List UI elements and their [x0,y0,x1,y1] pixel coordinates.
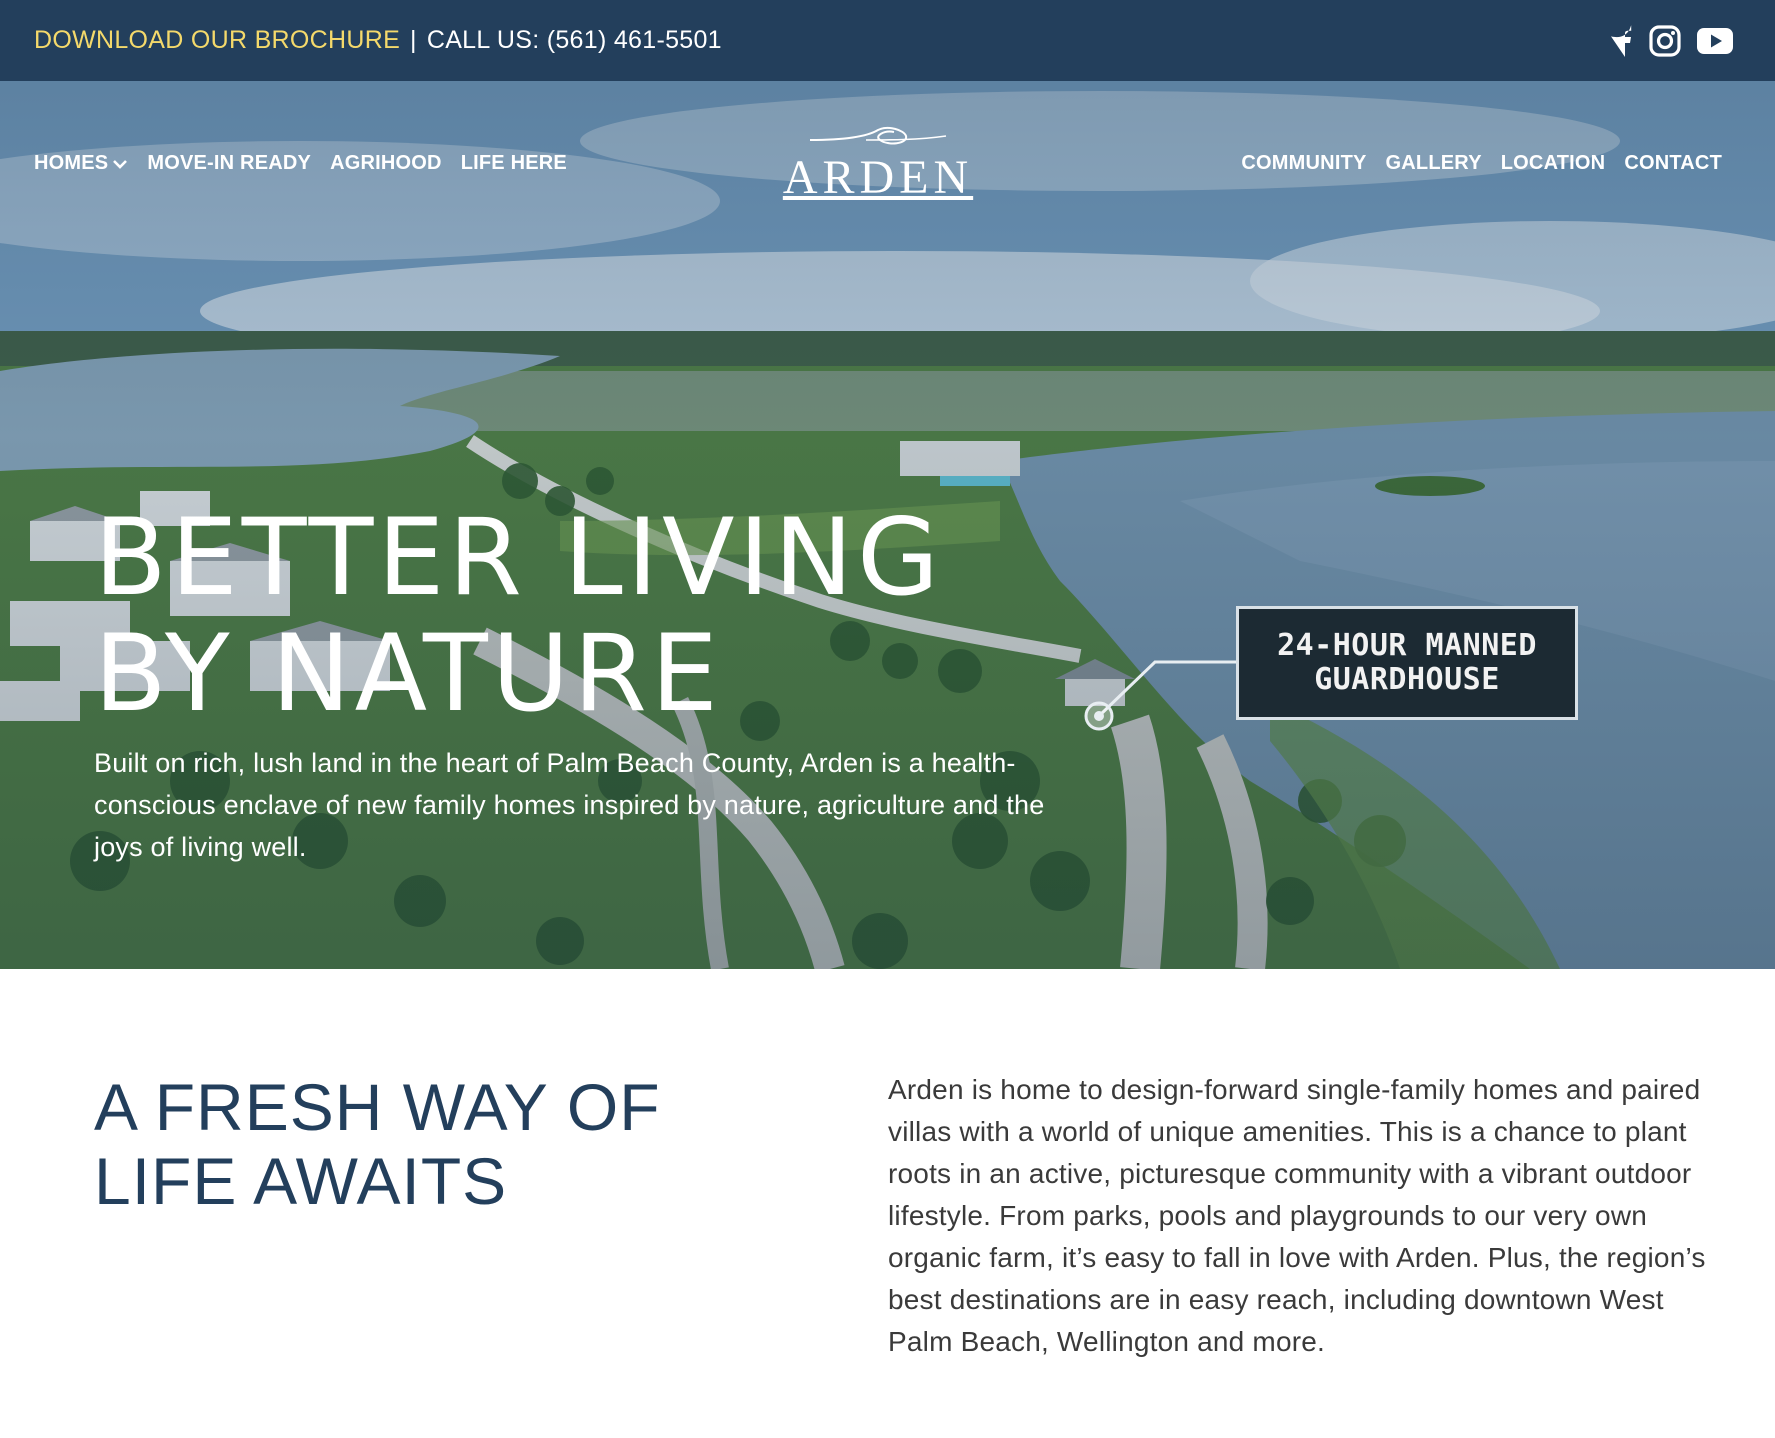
intro-heading-line-1: A FRESH WAY OF [94,1070,661,1144]
intro-paragraph: Arden is home to design-forward single-f… [888,1074,1706,1357]
intro-heading-line-2: LIFE AWAITS [94,1144,508,1218]
intro-heading: A FRESH WAY OF LIFE AWAITS [94,1070,794,1218]
callout-line-2: GUARDHOUSE [1314,662,1500,697]
guardhouse-callout: 24-HOUR MANNED GUARDHOUSE [1236,606,1578,720]
callout-line-1: 24-HOUR MANNED [1277,628,1537,663]
callout-pointer-line [1084,660,1236,731]
